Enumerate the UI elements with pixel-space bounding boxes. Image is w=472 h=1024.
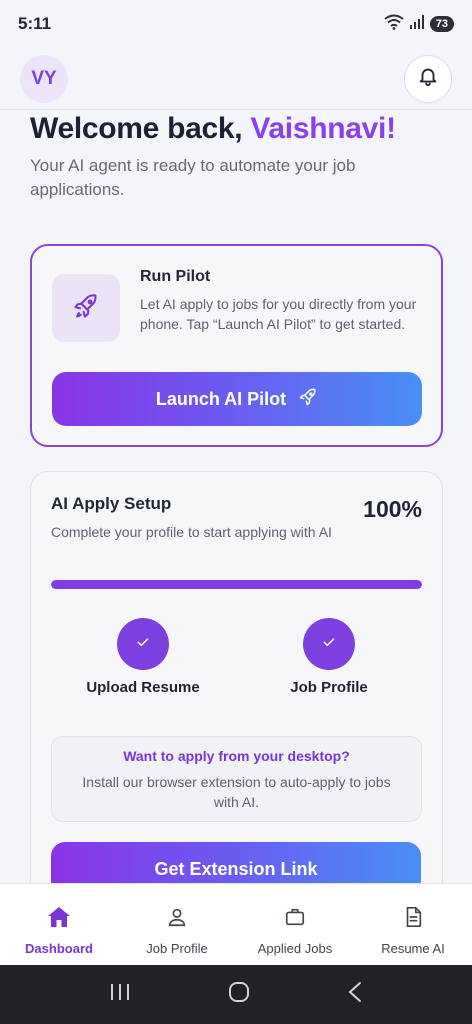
status-icons: 73 — [384, 14, 454, 35]
pilot-title: Run Pilot — [140, 268, 211, 285]
nav-label: Dashboard — [25, 941, 93, 956]
bottom-nav: Dashboard Job Profile Applied Jobs Resum… — [0, 883, 472, 965]
setup-steps: Upload Resume Job Profile — [51, 618, 422, 718]
pilot-text: Run Pilot Let AI apply to jobs for you d… — [140, 268, 420, 334]
back-icon[interactable] — [347, 981, 363, 1008]
status-bar: 5:11 73 — [0, 0, 472, 48]
extension-description: Install our browser extension to auto-ap… — [82, 774, 391, 810]
avatar-initials: VY — [31, 67, 57, 89]
nav-label: Applied Jobs — [257, 941, 333, 956]
nav-item-job-profile[interactable]: Job Profile — [118, 884, 236, 965]
recent-apps-icon[interactable] — [109, 982, 131, 1007]
nav-label: Job Profile — [146, 941, 208, 956]
step-job-profile[interactable]: Job Profile — [269, 618, 389, 698]
nav-item-resume-ai[interactable]: Resume AI — [354, 884, 472, 965]
step-complete-marker — [117, 618, 169, 670]
check-icon — [135, 634, 151, 655]
nav-label: Resume AI — [381, 941, 445, 956]
setup-progress-fill — [51, 580, 422, 589]
welcome-user-name: Vaishnavi! — [250, 112, 396, 145]
extension-button-label: Get Extension Link — [154, 858, 318, 879]
briefcase-icon — [283, 906, 307, 933]
launch-ai-pilot-button[interactable]: Launch AI Pilot — [52, 372, 422, 426]
signal-icon — [409, 14, 424, 34]
document-icon — [402, 906, 424, 933]
pilot-description: Let AI apply to jobs for you directly fr… — [140, 296, 417, 332]
step-label: Upload Resume — [86, 679, 200, 696]
person-icon — [166, 906, 188, 933]
extension-title: Want to apply from your desktop? — [123, 748, 350, 764]
launch-button-label: Launch AI Pilot — [155, 388, 287, 409]
setup-percent: 100% — [363, 496, 422, 522]
extension-info-box: Want to apply from your desktop? Install… — [51, 736, 422, 822]
notifications-button[interactable] — [404, 54, 452, 103]
battery-level: 73 — [435, 18, 448, 30]
step-label: Job Profile — [290, 679, 368, 696]
pilot-icon-tile — [52, 274, 120, 342]
home-icon — [47, 906, 71, 933]
rocket-icon — [298, 387, 318, 412]
battery-indicator: 73 — [429, 16, 454, 32]
welcome-subtitle: Your AI agent is ready to automate your … — [30, 156, 356, 199]
bell-icon — [417, 65, 439, 92]
status-time: 5:11 — [18, 14, 52, 33]
system-nav-bar — [0, 965, 472, 1024]
welcome-heading: Welcome back, Vaishnavi! — [30, 112, 442, 146]
dashboard-content[interactable]: Welcome back, Vaishnavi! Your AI agent i… — [0, 110, 472, 883]
welcome-greeting: Welcome back, — [30, 112, 243, 145]
get-extension-link-button[interactable]: Get Extension Link — [51, 842, 421, 883]
nav-item-dashboard[interactable]: Dashboard — [0, 884, 118, 965]
rocket-icon — [72, 292, 100, 325]
nav-item-applied-jobs[interactable]: Applied Jobs — [236, 884, 354, 965]
wifi-icon — [384, 14, 404, 35]
avatar[interactable]: VY — [20, 54, 68, 103]
app-header: VY — [0, 48, 472, 110]
setup-progress-bar — [51, 580, 422, 589]
ai-apply-setup-card: AI Apply Setup Complete your profile to … — [30, 471, 443, 883]
setup-description: Complete your profile to start applying … — [51, 524, 332, 540]
step-upload-resume[interactable]: Upload Resume — [83, 618, 203, 698]
step-complete-marker — [303, 618, 355, 670]
check-icon — [321, 634, 337, 655]
home-button-icon[interactable] — [228, 981, 250, 1008]
run-pilot-card: Run Pilot Let AI apply to jobs for you d… — [30, 244, 443, 447]
